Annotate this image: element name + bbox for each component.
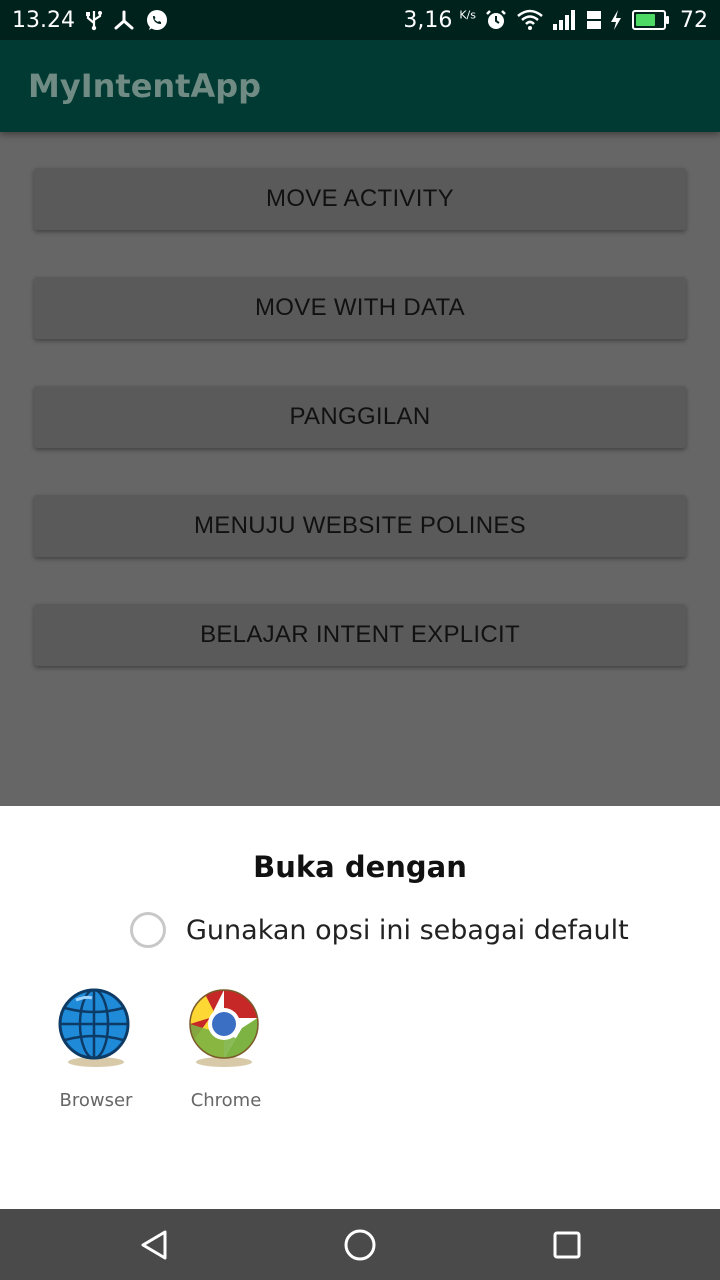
default-option-label: Gunakan opsi ini sebagai default — [186, 914, 629, 946]
default-option-row[interactable]: Gunakan opsi ini sebagai default — [130, 908, 629, 952]
navigation-bar — [0, 1209, 720, 1280]
app-option-label: Browser — [59, 1090, 133, 1111]
app-bar: MyIntentApp — [0, 40, 720, 132]
battery-fill — [636, 14, 655, 26]
signal-icon — [552, 10, 578, 30]
network-speed-value: 3,16 — [403, 7, 453, 33]
app-option-chrome[interactable]: Chrome — [161, 988, 291, 1111]
whatsapp-icon — [145, 8, 169, 32]
battery-icon — [632, 10, 669, 30]
usb-icon — [85, 9, 103, 31]
alarm-icon — [484, 8, 508, 32]
main-content: MOVE ACTIVITY MOVE WITH DATA PANGGILAN M… — [0, 132, 720, 806]
default-option-radio[interactable] — [130, 912, 166, 948]
belajar-intent-explicit-button[interactable]: BELAJAR INTENT EXPLICIT — [34, 604, 686, 666]
app-option-browser[interactable]: Browser — [31, 988, 161, 1111]
battery-percentage: 72 — [680, 7, 708, 33]
clock: 13.24 — [12, 7, 75, 33]
share-icon — [113, 9, 135, 31]
move-activity-button[interactable]: MOVE ACTIVITY — [34, 168, 686, 230]
charging-icon — [610, 9, 622, 31]
network-speed: 3,16 K/s — [403, 8, 476, 33]
chrome-icon — [186, 988, 266, 1068]
panggilan-button[interactable]: PANGGILAN — [34, 386, 686, 448]
lte-icon — [586, 9, 602, 31]
menuju-website-polines-button[interactable]: MENUJU WEBSITE POLINES — [34, 495, 686, 557]
wifi-icon — [516, 9, 544, 31]
app-title: MyIntentApp — [28, 67, 262, 105]
browser-globe-icon — [56, 988, 136, 1068]
home-icon[interactable] — [342, 1227, 378, 1263]
network-speed-unit: K/s — [459, 8, 476, 22]
recents-icon[interactable] — [549, 1227, 585, 1263]
status-bar: 13.24 3,16 K/s 72 — [0, 0, 720, 40]
chooser-title: Buka dengan — [253, 850, 467, 884]
back-icon[interactable] — [136, 1227, 172, 1263]
app-option-label: Chrome — [190, 1090, 262, 1111]
move-with-data-button[interactable]: MOVE WITH DATA — [34, 277, 686, 339]
